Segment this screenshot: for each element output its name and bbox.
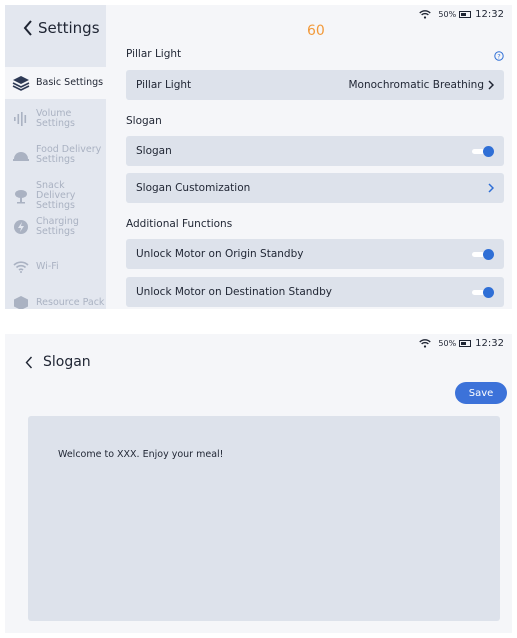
sidebar-item-label: Resource Pack (36, 297, 105, 308)
chevron-right-icon (488, 80, 494, 90)
sidebar-item-wifi[interactable]: Wi-Fi (11, 257, 106, 277)
section-title-additional-functions: Additional Functions (126, 218, 233, 230)
wifi-status-icon (419, 339, 432, 348)
sidebar-item-volume-settings[interactable]: Volume Settings (11, 109, 106, 129)
pillar-light-row[interactable]: Pillar Light Monochromatic Breathing (126, 70, 504, 100)
sidebar-item-label: Volume Settings (36, 108, 75, 129)
unlock-motor-destination-row: Unlock Motor on Destination Standby (126, 277, 504, 307)
counter-value: 60 (307, 23, 325, 39)
status-bar: 50% 12:32 (419, 9, 504, 20)
slogan-toggle[interactable] (472, 145, 494, 157)
unlock-motor-origin-label: Unlock Motor on Origin Standby (136, 248, 304, 260)
svg-text:?: ? (497, 52, 500, 60)
back-button[interactable]: Slogan (25, 354, 91, 370)
sidebar-item-label: Food Delivery Settings (36, 144, 102, 165)
battery-percent: 50% (438, 339, 457, 348)
back-to-settings-button[interactable]: Settings (23, 19, 100, 37)
sidebar-item-snack-delivery-settings[interactable]: Snack Delivery Settings (11, 181, 106, 211)
slogan-text: Welcome to XXX. Enjoy your meal! (58, 449, 224, 460)
battery-icon (459, 340, 472, 347)
package-icon (11, 293, 31, 309)
volume-bars-icon (11, 109, 31, 129)
settings-sidebar: Settings Basic Settings Volume Settings … (5, 5, 106, 309)
wifi-icon (11, 257, 31, 277)
save-button[interactable]: Save (455, 382, 507, 404)
sidebar-item-food-delivery-settings[interactable]: Food Delivery Settings (11, 145, 106, 165)
battery-percent: 50% (438, 10, 457, 19)
slogan-text-input[interactable]: Welcome to XXX. Enjoy your meal! (28, 416, 500, 621)
clock-time: 12:32 (475, 9, 504, 20)
charging-icon (11, 217, 31, 237)
unlock-motor-destination-label: Unlock Motor on Destination Standby (136, 286, 332, 298)
chevron-right-icon (488, 183, 494, 193)
section-title-pillar-light: Pillar Light (126, 48, 182, 60)
unlock-motor-origin-row: Unlock Motor on Origin Standby (126, 239, 504, 269)
sidebar-item-label: Wi-Fi (36, 261, 59, 272)
sidebar-item-basic-settings[interactable]: Basic Settings (5, 67, 106, 99)
settings-title: Settings (38, 19, 100, 37)
help-icon[interactable]: ? (494, 51, 504, 61)
unlock-motor-destination-toggle[interactable] (472, 286, 494, 298)
battery-icon (459, 11, 472, 18)
cloche-icon (11, 145, 31, 165)
sidebar-item-label: Charging Settings (36, 216, 79, 237)
slogan-label: Slogan (136, 145, 172, 157)
slogan-customization-label: Slogan Customization (136, 182, 251, 194)
sidebar-item-charging-settings[interactable]: Charging Settings (11, 217, 106, 237)
slogan-toggle-row: Slogan (126, 136, 504, 166)
sidebar-item-resource-pack[interactable]: Resource Pack (11, 293, 106, 309)
layers-icon (11, 73, 31, 93)
chevron-left-icon (25, 356, 33, 368)
settings-screen: Settings Basic Settings Volume Settings … (5, 5, 512, 309)
slogan-customization-row[interactable]: Slogan Customization (126, 173, 504, 203)
unlock-motor-origin-toggle[interactable] (472, 248, 494, 260)
slogan-screen: 50% 12:32 Slogan Save Welcome to XXX. En… (5, 334, 512, 633)
sidebar-item-label: Basic Settings (36, 77, 104, 88)
page-title: Slogan (43, 354, 91, 370)
snack-icon (11, 186, 31, 206)
pillar-light-label: Pillar Light (136, 79, 192, 91)
pillar-light-value: Monochromatic Breathing (348, 79, 484, 91)
clock-time: 12:32 (475, 338, 504, 349)
sidebar-item-label: Snack Delivery Settings (36, 180, 76, 211)
status-bar: 50% 12:32 (419, 338, 504, 349)
wifi-status-icon (419, 10, 432, 19)
section-title-slogan: Slogan (126, 115, 162, 127)
chevron-left-icon (23, 20, 32, 36)
